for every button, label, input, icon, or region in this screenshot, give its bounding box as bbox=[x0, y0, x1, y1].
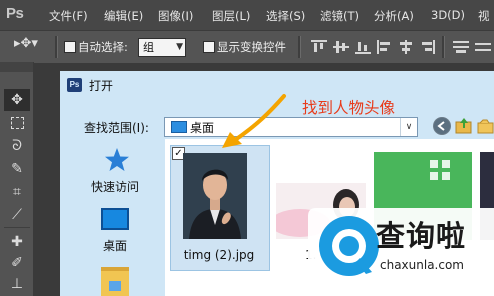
up-folder-button[interactable] bbox=[455, 116, 473, 135]
show-transform-label: 显示变换控件 bbox=[217, 40, 286, 54]
new-folder-icon bbox=[477, 119, 494, 134]
distribute-top-icon[interactable] bbox=[453, 40, 469, 54]
tools-panel-header[interactable] bbox=[0, 62, 33, 72]
align-horizontal-center-icon[interactable] bbox=[398, 40, 414, 54]
clone-stamp-tool-icon[interactable]: ⊥ bbox=[4, 273, 30, 295]
menu-image[interactable]: 图像(I) bbox=[158, 8, 193, 24]
new-folder-button[interactable] bbox=[477, 117, 494, 135]
move-tool-icon[interactable]: ✥ bbox=[4, 89, 30, 111]
auto-select-dropdown[interactable]: 组 ▼ bbox=[138, 38, 186, 57]
show-transform-checkbox[interactable] bbox=[203, 41, 215, 53]
chevron-down-icon: ∨ bbox=[400, 118, 417, 136]
chevron-down-icon: ▼ bbox=[176, 42, 183, 52]
back-arrow-icon bbox=[434, 118, 450, 134]
watermark-text: 查询啦 bbox=[376, 219, 467, 253]
desktop-icon bbox=[171, 121, 187, 133]
annotation-text: 找到人物头像 bbox=[302, 99, 396, 117]
quick-selection-tool-icon[interactable]: ✎ bbox=[4, 158, 30, 180]
photoshop-logo: Ps bbox=[6, 5, 24, 22]
tools-divider bbox=[4, 227, 30, 228]
portrait-image bbox=[183, 153, 247, 239]
up-folder-icon bbox=[455, 118, 472, 134]
distribute-center-icon[interactable] bbox=[475, 40, 491, 54]
align-vertical-center-icon[interactable] bbox=[333, 40, 349, 54]
places-quick-access[interactable]: 快速访问 bbox=[70, 178, 160, 195]
auto-select-checkbox[interactable] bbox=[64, 41, 76, 53]
align-left-icon[interactable] bbox=[377, 40, 393, 54]
separator bbox=[55, 36, 58, 58]
photoshop-app-icon: Ps bbox=[67, 78, 82, 92]
brush-tool-icon[interactable]: ✐ bbox=[4, 252, 30, 274]
eyedropper-tool-icon[interactable]: ⟋ bbox=[4, 204, 30, 226]
menu-view[interactable]: 视 bbox=[478, 8, 490, 24]
menu-3d[interactable]: 3D(D) bbox=[431, 8, 465, 22]
quick-access-star-icon[interactable] bbox=[104, 147, 130, 173]
move-tool-preset-icon[interactable]: ▸✥▾ bbox=[14, 36, 44, 56]
menu-analysis[interactable]: 分析(A) bbox=[374, 8, 414, 24]
align-bottom-icon[interactable] bbox=[355, 40, 371, 54]
lasso-tool-icon[interactable]: ᘐ bbox=[4, 135, 30, 157]
watermark-url: chaxunla.com bbox=[380, 258, 464, 272]
file-name[interactable]: timg (2).jpg bbox=[170, 248, 268, 262]
healing-brush-tool-icon[interactable]: ✚ bbox=[4, 231, 30, 253]
desktop-icon[interactable] bbox=[101, 208, 129, 230]
library-folder-icon[interactable] bbox=[101, 267, 129, 296]
menu-select[interactable]: 选择(S) bbox=[266, 8, 305, 24]
dialog-title: 打开 bbox=[89, 79, 114, 93]
menu-file[interactable]: 文件(F) bbox=[49, 8, 88, 24]
places-desktop[interactable]: 桌面 bbox=[70, 237, 160, 254]
menu-filter[interactable]: 滤镜(T) bbox=[320, 8, 359, 24]
star-icon bbox=[105, 148, 129, 171]
look-in-dropdown[interactable]: 桌面 ∨ bbox=[164, 117, 418, 137]
portrait-thumbnail[interactable] bbox=[183, 153, 247, 239]
auto-select-label: 自动选择: bbox=[78, 40, 128, 54]
separator bbox=[442, 36, 445, 58]
look-in-value: 桌面 bbox=[190, 121, 215, 135]
auto-select-value: 组 bbox=[143, 41, 154, 54]
align-right-icon[interactable] bbox=[419, 40, 435, 54]
menu-edit[interactable]: 编辑(E) bbox=[104, 8, 143, 24]
look-in-label: 查找范围(I): bbox=[84, 121, 149, 135]
marquee-tool-icon[interactable] bbox=[4, 112, 30, 134]
crop-tool-icon[interactable]: ⌗ bbox=[4, 181, 30, 203]
align-top-icon[interactable] bbox=[311, 40, 327, 54]
back-button[interactable] bbox=[433, 117, 451, 135]
annotation-arrow-icon bbox=[222, 94, 286, 148]
menu-layer[interactable]: 图层(L) bbox=[212, 8, 250, 24]
separator bbox=[298, 36, 301, 58]
